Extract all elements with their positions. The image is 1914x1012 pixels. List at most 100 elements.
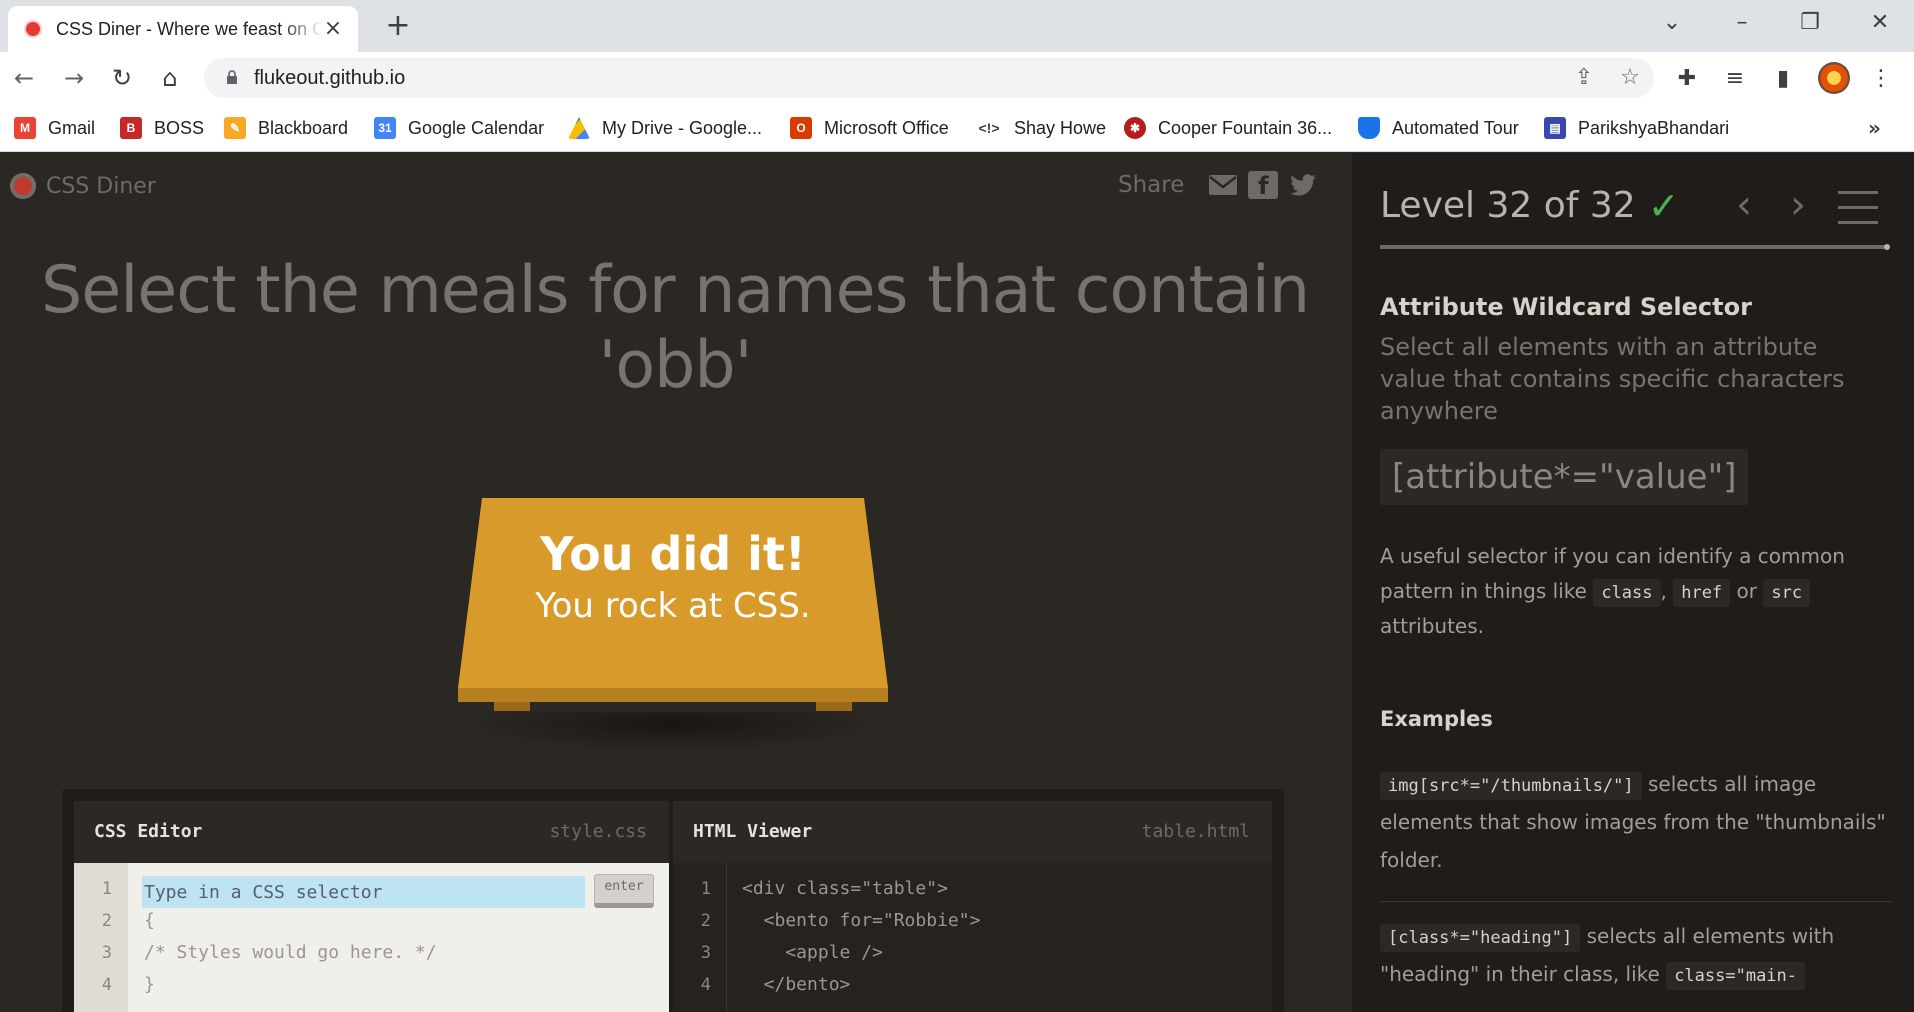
level-text: Level 32 of 32 [1380,185,1636,226]
bookmark-label: ParikshyaBhandari [1578,117,1730,138]
line-number: 1 [101,879,112,899]
close-window-button[interactable]: ✕ [1860,8,1900,38]
extensions-icon[interactable]: ✚ [1672,64,1702,94]
css-editor-pane: CSS Editor style.css 1 2 3 4 enter { /* … [74,801,669,1012]
bookmark-boss[interactable]: B BOSS [120,114,204,142]
back-button[interactable]: ← [8,62,40,94]
twitter-icon[interactable] [1288,171,1318,199]
profile-avatar[interactable] [1818,62,1850,94]
css-selector-input[interactable] [142,876,585,908]
calendar-icon: 31 [374,117,396,139]
new-tab-button[interactable]: + [382,10,414,42]
css-editor-title: CSS Editor [94,821,203,842]
previous-level-chevron-icon[interactable]: ‹ [1726,183,1762,227]
office-icon: O [790,117,812,139]
order-instruction: Select the meals for names that contain … [40,253,1310,403]
address-bar[interactable]: flukeout.github.io ⇪ ☆ [204,58,1654,98]
media-control-icon[interactable]: ≡ [1720,64,1750,94]
help-text: attributes. [1380,614,1485,638]
bookmark-my-drive[interactable]: My Drive - Google... [568,114,762,142]
chrome-menu-icon[interactable]: ⋮ [1866,64,1896,94]
editor-container: CSS Editor style.css 1 2 3 4 enter { /* … [62,789,1284,1012]
css-line-gutter: 1 2 3 4 [74,863,128,1012]
html-viewer-body: 1 2 3 4 <div class="table"> <bento for="… [673,863,1272,1012]
more-bookmarks-chevron-icon[interactable]: » [1868,116,1881,140]
help-text: or [1736,579,1757,603]
boss-icon: B [120,117,142,139]
css-editor-body: 1 2 3 4 enter { /* Styles would go here.… [74,863,669,1012]
html-code-line[interactable]: <div class="table"> [742,878,948,899]
tab-search-chevron-icon[interactable]: ⌄ [1652,8,1692,38]
line-number: 2 [700,911,711,931]
html-viewer-pane: HTML Viewer table.html 1 2 3 4 <div clas… [673,801,1272,1012]
bookmark-parikshyabhandari[interactable]: ▤ ParikshyaBhandari [1544,114,1729,142]
bookmark-label: Automated Tour [1392,117,1519,138]
bookmark-blackboard[interactable]: ✎ Blackboard [224,114,348,142]
bookmark-google-calendar[interactable]: 31 Google Calendar [374,114,544,142]
shield-icon [1358,117,1380,139]
lock-icon [227,70,237,84]
logo-text: CSS Diner [46,173,156,199]
html-code-line[interactable]: </bento> [742,974,851,995]
example-1: img[src*="/thumbnails/"] selects all ima… [1380,765,1892,879]
html-code-line[interactable]: <bento for="Robbie"> [742,910,981,931]
bookmark-automated-tour[interactable]: Automated Tour [1358,114,1519,142]
table-leg [494,702,530,711]
share-page-icon[interactable]: ⇪ [1570,64,1598,92]
line-number: 2 [101,911,112,931]
bookmark-label: Shay Howe [1014,117,1107,138]
css-code-comment: /* Styles would go here. */ [144,942,437,963]
bookmark-microsoft-office[interactable]: O Microsoft Office [790,114,949,142]
level-progress-bar [1380,245,1886,249]
home-button[interactable]: ⌂ [154,62,186,94]
bookmarks-bar: M Gmail B BOSS ✎ Blackboard 31 Google Ca… [0,104,1914,152]
win-message-subtitle: You rock at CSS. [535,586,811,626]
html-viewer-header: HTML Viewer table.html [673,801,1272,863]
plate-logo-icon [10,173,36,199]
line-number: 4 [700,975,711,995]
level-sidebar: Level 32 of 32 ✓ ‹ › Attribute Wildcard … [1352,153,1914,1012]
minimize-button[interactable]: – [1722,8,1762,38]
html-viewer-filename: table.html [1141,821,1250,842]
browser-tab[interactable]: CSS Diner - Where we feast on CSS × [8,6,358,52]
bookmark-gmail[interactable]: M Gmail [14,114,95,142]
example-divider [1380,901,1892,902]
win-message: You did it! You rock at CSS. [458,526,888,630]
line-number: 3 [700,943,711,963]
site-icon: ▤ [1544,117,1566,139]
css-diner-logo[interactable]: CSS Diner [10,173,156,199]
bookmark-star-icon[interactable]: ☆ [1616,64,1644,92]
reload-button[interactable]: ↻ [106,62,138,94]
enter-button[interactable]: enter [594,874,654,908]
bookmark-label: Cooper Fountain 36... [1158,117,1333,138]
restore-button[interactable]: ❐ [1790,8,1830,38]
game-area: CSS Diner Share f Select the meals for n… [0,153,1352,1012]
facebook-icon[interactable]: f [1248,171,1279,200]
example-code: [class*="heading"] [1380,924,1581,952]
table-front-edge [458,688,888,702]
bookmark-shay-howe[interactable]: <!> Shay Howe [976,114,1106,142]
html-code-line[interactable]: <apple /> [742,942,883,963]
forward-button[interactable]: → [58,62,90,94]
gmail-icon: M [14,117,36,139]
bookmark-cooper-fountain[interactable]: ✱ Cooper Fountain 36... [1124,114,1332,142]
table-shadow [468,712,878,752]
bookmark-label: Gmail [48,117,96,138]
code-icon: <!> [978,120,1000,136]
css-diner-favicon-icon [26,22,40,36]
line-number: 1 [700,879,711,899]
css-editor-filename: style.css [549,821,647,842]
side-panel-icon[interactable]: ▮ [1768,64,1798,94]
browser-toolbar: ← → ↻ ⌂ flukeout.github.io ⇪ ☆ ✚ ≡ ▮ ⋮ [0,52,1914,104]
css-code-line: { [144,910,155,931]
selector-syntax: [attribute*="value"] [1380,449,1749,505]
example-2: [class*="heading"] selects all elements … [1380,917,1892,993]
level-menu-hamburger-icon[interactable] [1838,191,1878,225]
close-tab-icon[interactable]: × [322,18,344,40]
tab-title: CSS Diner - Where we feast on CSS [56,18,322,39]
next-level-chevron-icon[interactable]: › [1780,183,1816,227]
selector-description: Select all elements with an attribute va… [1380,333,1845,425]
email-icon[interactable] [1208,171,1238,199]
code-chip: class [1593,579,1661,607]
url-text: flukeout.github.io [254,67,406,89]
